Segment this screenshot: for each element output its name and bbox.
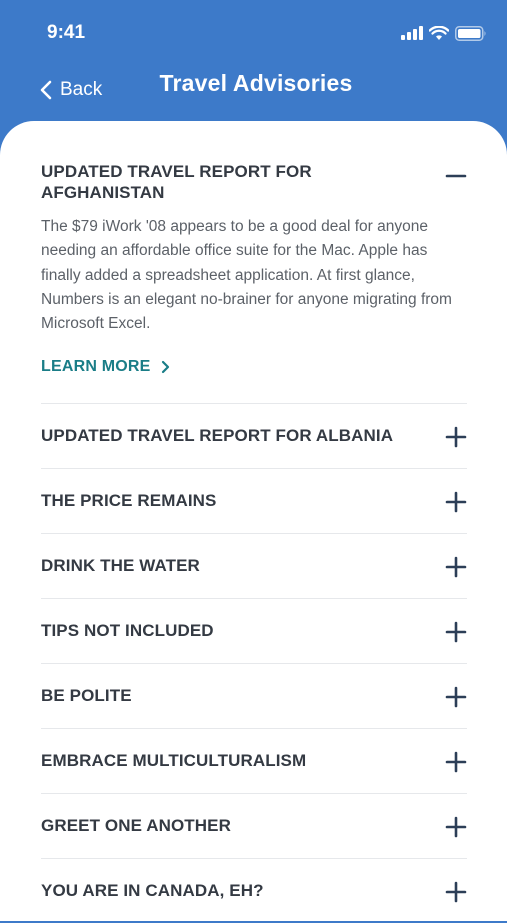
accordion-item-title: GREET ONE ANOTHER [41,816,231,835]
plus-icon[interactable] [445,686,467,708]
accordion-item[interactable]: TIPS NOT INCLUDED [41,599,467,664]
plus-icon[interactable] [445,556,467,578]
plus-icon[interactable] [445,621,467,643]
accordion-item-title: BE POLITE [41,686,132,705]
learn-more-label: LEARN MORE [41,358,151,376]
accordion-item[interactable]: DRINK THE WATER [41,534,467,599]
accordion-item-title: YOU ARE IN CANADA, EH? [41,881,264,900]
accordion-item[interactable]: YOU ARE IN CANADA, EH? [41,859,467,923]
status-time: 9:41 [47,22,86,43]
chevron-right-icon [161,361,169,374]
accordion-item-title: EMBRACE MULTICULTURALISM [41,751,307,770]
plus-icon[interactable] [445,816,467,838]
accordion-item[interactable]: THE PRICE REMAINS [41,469,467,534]
learn-more-link[interactable]: LEARN MORE [41,358,170,376]
accordion-item[interactable]: BE POLITE [41,664,467,729]
battery-icon [455,25,486,41]
wifi-icon [429,25,449,40]
minus-icon[interactable] [445,165,467,187]
accordion-item-title: THE PRICE REMAINS [41,491,217,510]
plus-icon[interactable] [445,491,467,513]
accordion-item-title: TIPS NOT INCLUDED [41,621,214,640]
accordion-item-title[interactable]: UPDATED TRAVEL REPORT FOR AFGHANISTAN [41,161,381,203]
plus-icon[interactable] [445,751,467,773]
plus-icon[interactable] [445,426,467,448]
status-icons [401,24,487,42]
advisories-list: UPDATED TRAVEL REPORT FOR AFGHANISTAN Th… [0,121,507,921]
navigation-bar: Back Travel Advisories [0,64,507,124]
accordion-item-description: The $79 iWork '08 appears to be a good d… [41,218,452,333]
accordion-item[interactable]: GREET ONE ANOTHER [41,794,467,859]
accordion-item-expanded: UPDATED TRAVEL REPORT FOR AFGHANISTAN Th… [41,161,467,404]
accordion-item-title: DRINK THE WATER [41,556,200,575]
signal-icon [401,26,423,40]
accordion-item[interactable]: EMBRACE MULTICULTURALISM [41,729,467,794]
accordion-item-title: UPDATED TRAVEL REPORT FOR ALBANIA [41,426,394,445]
accordion-item[interactable]: UPDATED TRAVEL REPORT FOR ALBANIA [41,404,467,469]
status-bar: 9:41 [0,0,507,64]
page-title: Travel Advisories [159,70,353,96]
